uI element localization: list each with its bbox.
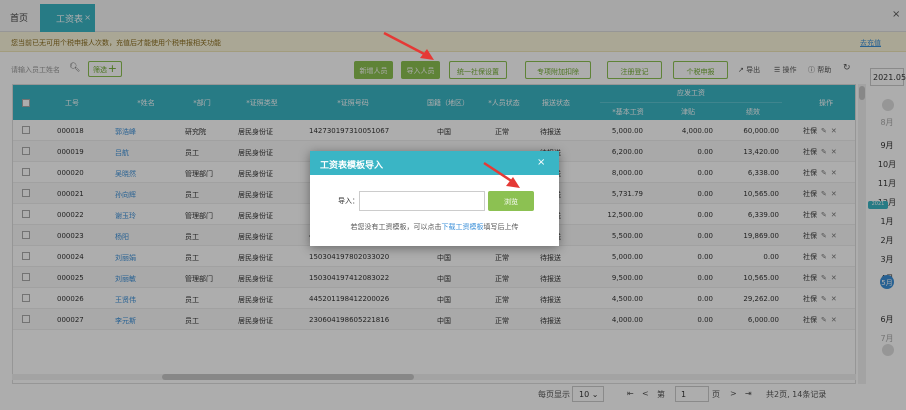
pointer-arrow-import (383, 31, 434, 60)
pointer-arrow-browse (483, 161, 520, 188)
import-file-input[interactable] (359, 191, 485, 211)
download-template-link[interactable]: 下载工资模板 (442, 223, 484, 231)
hint-text: 若您没有工资模板，可以点击 (350, 223, 442, 231)
dialog-hint: 若您没有工资模板，可以点击下载工资模板填写后上传 (310, 222, 559, 232)
browse-button[interactable]: 浏览 (488, 191, 534, 211)
dialog-close-icon[interactable]: × (537, 157, 545, 168)
dialog-title: 工资表模板导入 (320, 161, 384, 171)
hint-text-after: 填写后上传 (483, 223, 519, 231)
import-label: 导入： (338, 197, 359, 205)
